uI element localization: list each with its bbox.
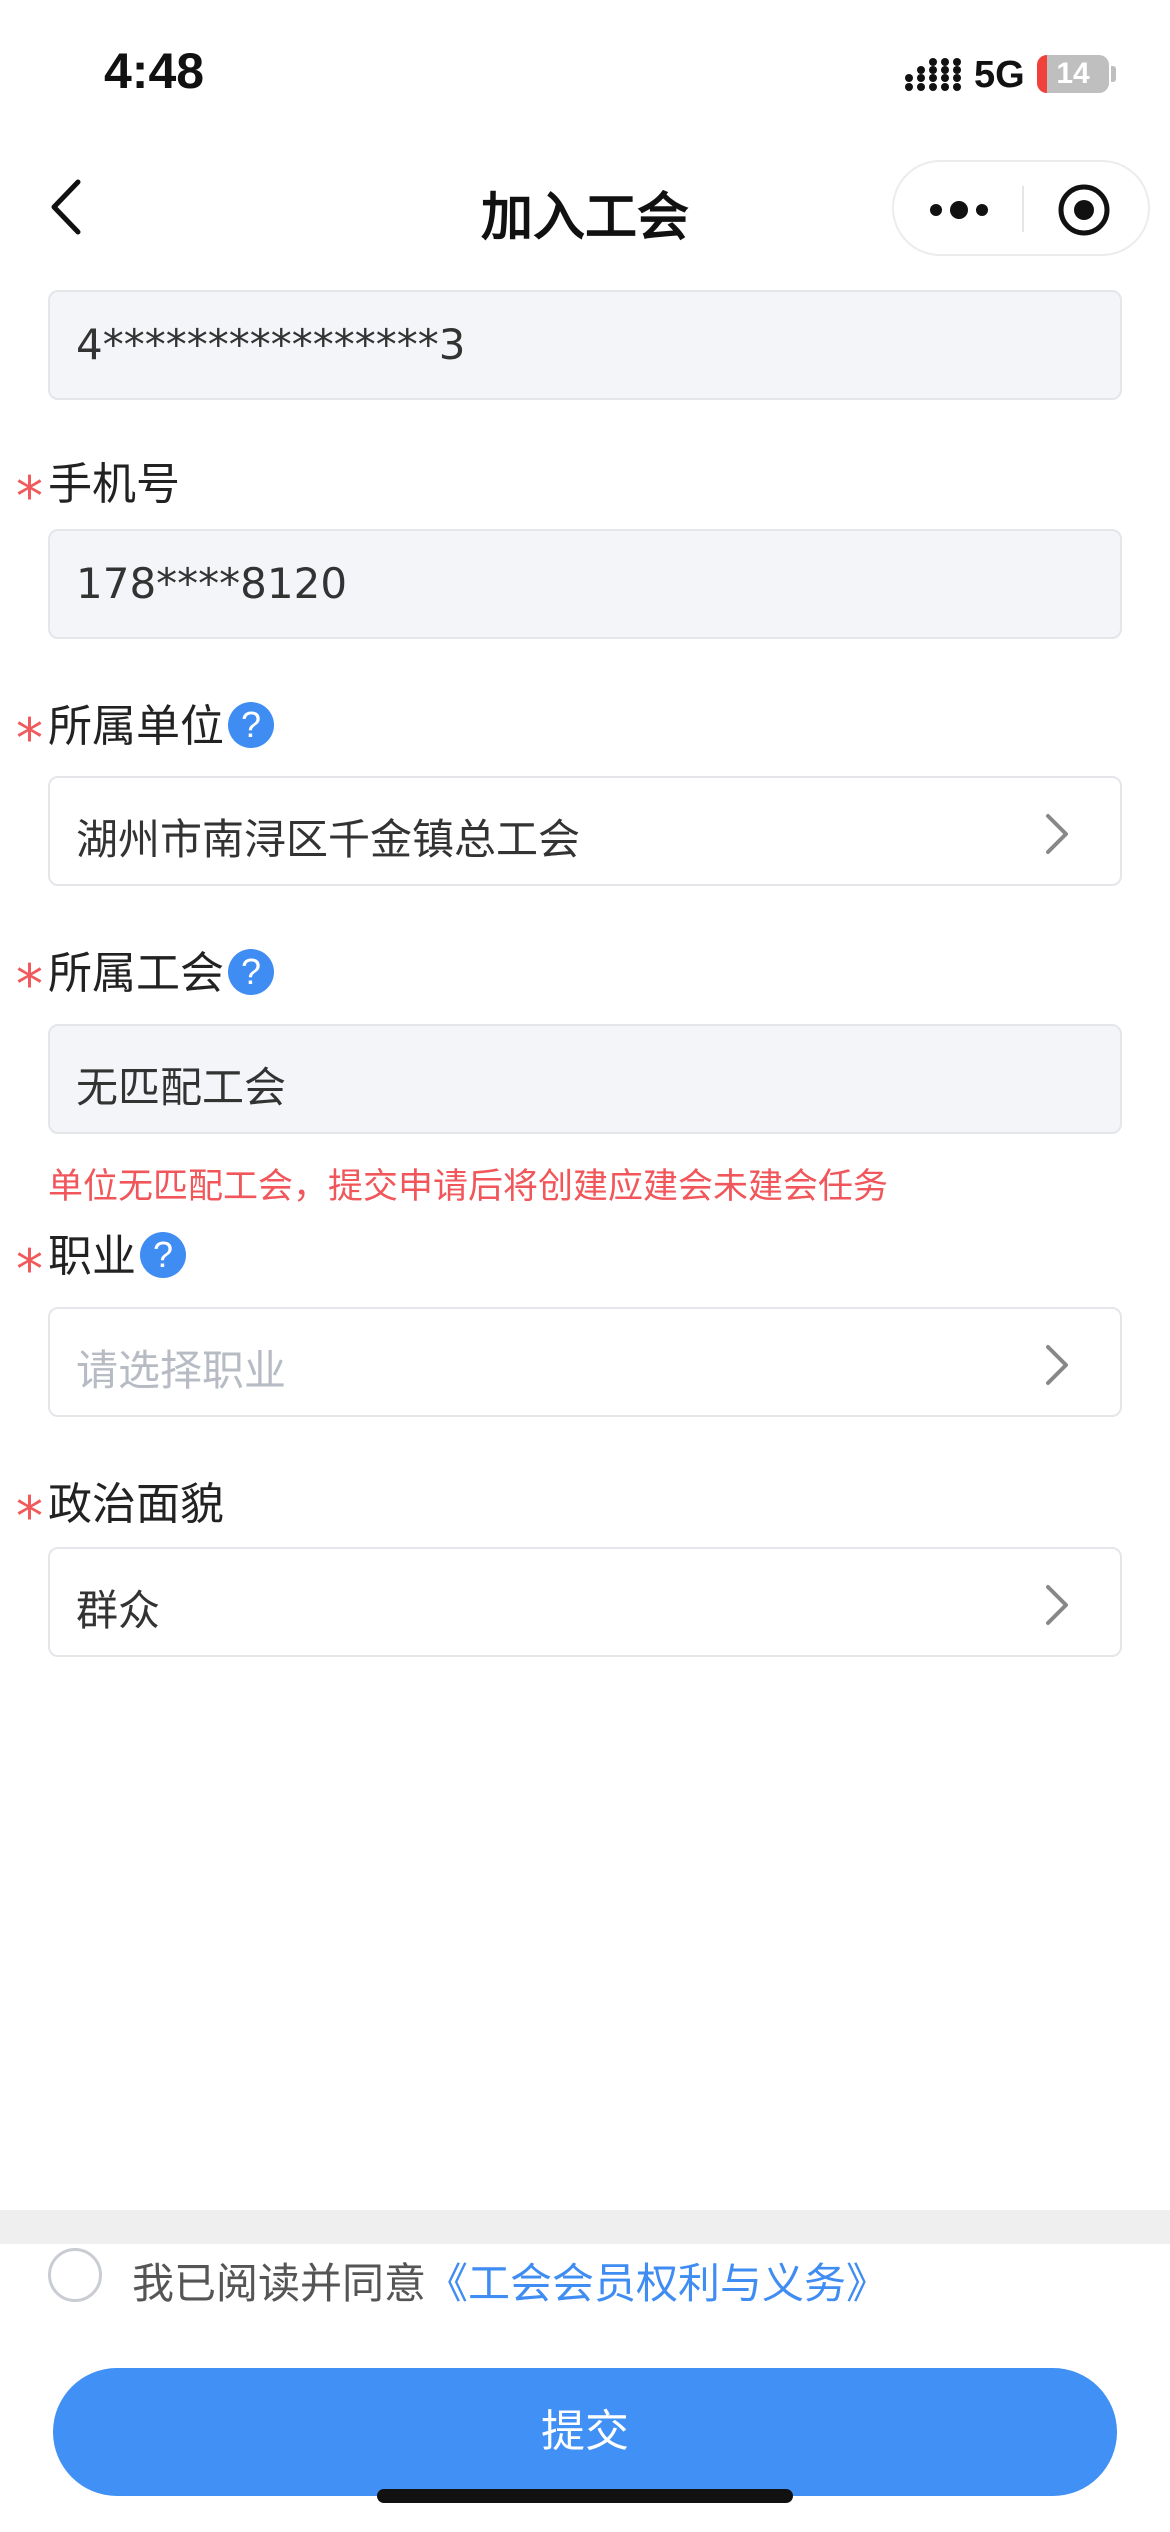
more-dots-icon[interactable] [924, 190, 994, 230]
agreement-checkbox[interactable] [48, 2248, 102, 2302]
required-mark: * [16, 1485, 43, 1548]
unit-label: 所属单位? [48, 690, 274, 754]
capsule-divider [1022, 186, 1024, 232]
status-time: 4:48 [104, 43, 205, 99]
phone-label: 手机号 [48, 448, 180, 512]
battery-cap [1111, 66, 1116, 82]
political-label-text: 政治面貌 [48, 1479, 224, 1530]
political-label: 政治面貌 [48, 1468, 224, 1532]
union-value: 无匹配工会 [76, 1063, 287, 1112]
union-warning: 单位无匹配工会，提交申请后将创建应建会未建会任务 [48, 1167, 889, 1207]
agreement-prefix: 我已阅读并同意 [132, 2259, 427, 2308]
battery-icon: 14 [1037, 55, 1109, 93]
unit-label-text: 所属单位 [48, 701, 224, 752]
network-type: 5G [974, 54, 1025, 96]
help-icon[interactable]: ? [140, 1232, 186, 1278]
union-label: 所属工会? [48, 937, 274, 1001]
agreement-text: 我已阅读并同意《工会会员权利与义务》 [132, 2250, 888, 2311]
chevron-right-icon [1046, 1345, 1068, 1385]
occupation-select[interactable]: 请选择职业 [48, 1307, 1122, 1417]
bottom-divider [0, 2210, 1170, 2244]
required-mark: * [16, 953, 43, 1016]
occupation-placeholder: 请选择职业 [76, 1346, 287, 1395]
id-number-value: 4****************3 [76, 320, 466, 369]
union-label-text: 所属工会 [48, 948, 224, 999]
home-indicator [377, 2489, 793, 2503]
submit-button[interactable]: 提交 [53, 2368, 1117, 2496]
page: 4:48 5G 14 加入工会 4****************3 * 手机号… [0, 0, 1170, 2532]
target-circle-icon[interactable] [1057, 183, 1111, 237]
unit-select[interactable]: 湖州市南浔区千金镇总工会 [48, 776, 1122, 886]
required-mark: * [16, 1238, 43, 1301]
required-mark: * [16, 707, 43, 770]
chevron-right-icon [1046, 1585, 1068, 1625]
phone-field: 178****8120 [48, 529, 1122, 639]
agreement-link[interactable]: 《工会会员权利与义务》 [426, 2259, 888, 2308]
phone-label-text: 手机号 [48, 459, 180, 510]
signal-icon [905, 58, 961, 91]
occupation-label: 职业? [48, 1220, 186, 1284]
battery-percent: 14 [1056, 57, 1090, 90]
union-field: 无匹配工会 [48, 1024, 1122, 1134]
required-mark: * [16, 465, 43, 528]
political-value: 群众 [76, 1586, 161, 1635]
unit-value: 湖州市南浔区千金镇总工会 [76, 815, 581, 864]
id-number-field: 4****************3 [48, 290, 1122, 400]
occupation-label-text: 职业 [48, 1231, 136, 1282]
political-select[interactable]: 群众 [48, 1547, 1122, 1657]
phone-value: 178****8120 [76, 559, 348, 608]
chevron-right-icon [1046, 814, 1068, 854]
help-icon[interactable]: ? [228, 949, 274, 995]
miniprogram-capsule [892, 160, 1150, 256]
help-icon[interactable]: ? [228, 702, 274, 748]
